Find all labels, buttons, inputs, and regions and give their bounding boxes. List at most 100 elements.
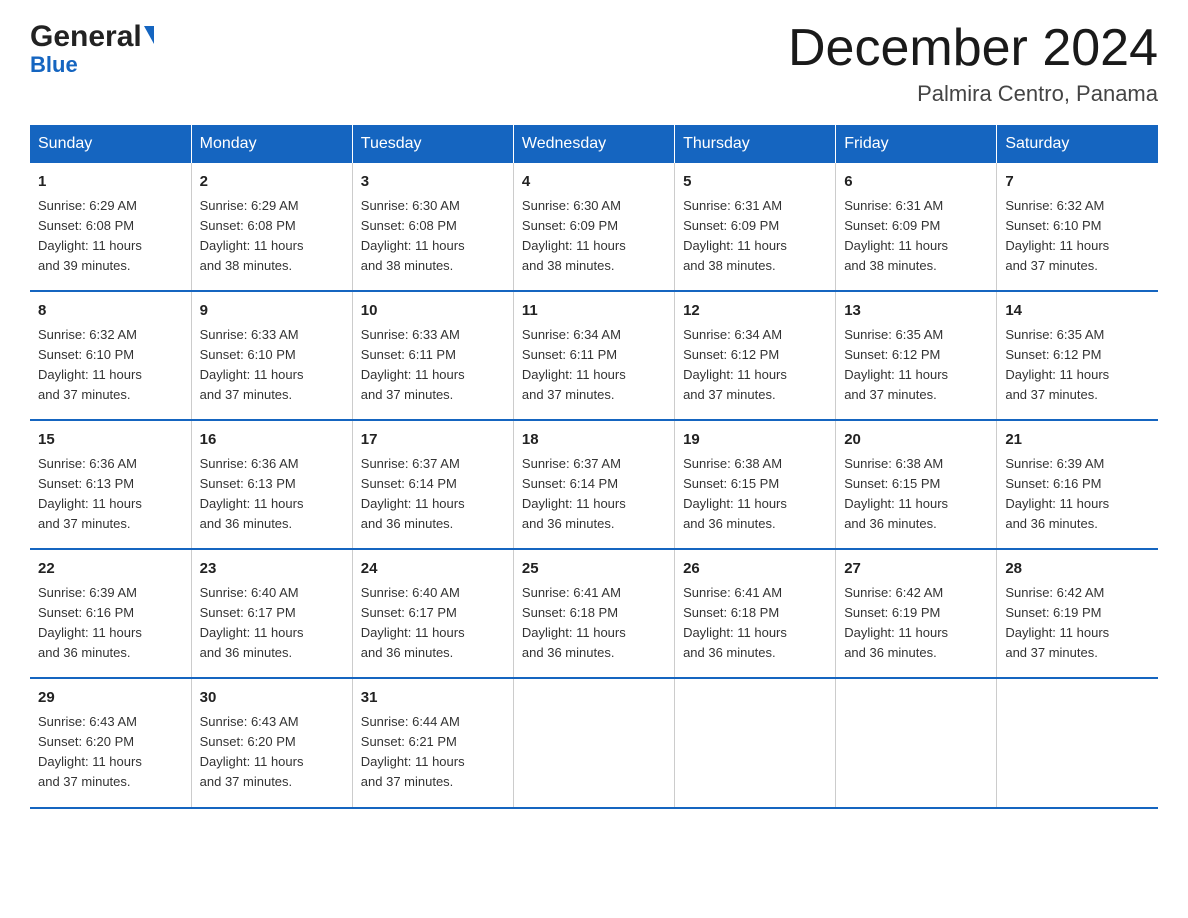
day-number: 3 [361,171,505,194]
calendar-cell: 4Sunrise: 6:30 AMSunset: 6:09 PMDaylight… [513,163,674,291]
calendar-cell: 9Sunrise: 6:33 AMSunset: 6:10 PMDaylight… [191,291,352,420]
day-info: Sunrise: 6:32 AMSunset: 6:10 PMDaylight:… [1005,196,1150,277]
calendar-cell: 30Sunrise: 6:43 AMSunset: 6:20 PMDayligh… [191,678,352,807]
day-number: 1 [38,171,183,194]
day-info: Sunrise: 6:29 AMSunset: 6:08 PMDaylight:… [38,196,183,277]
day-number: 26 [683,558,827,581]
day-number: 12 [683,300,827,323]
day-number: 6 [844,171,988,194]
day-number: 27 [844,558,988,581]
calendar-week-3: 15Sunrise: 6:36 AMSunset: 6:13 PMDayligh… [30,420,1158,549]
calendar-header: SundayMondayTuesdayWednesdayThursdayFrid… [30,125,1158,163]
day-number: 8 [38,300,183,323]
day-info: Sunrise: 6:34 AMSunset: 6:12 PMDaylight:… [683,325,827,406]
day-info: Sunrise: 6:31 AMSunset: 6:09 PMDaylight:… [844,196,988,277]
calendar-cell [997,678,1158,807]
calendar-cell: 3Sunrise: 6:30 AMSunset: 6:08 PMDaylight… [352,163,513,291]
weekday-header-row: SundayMondayTuesdayWednesdayThursdayFrid… [30,125,1158,163]
calendar-cell [675,678,836,807]
day-number: 16 [200,429,344,452]
day-number: 7 [1005,171,1150,194]
calendar-cell: 8Sunrise: 6:32 AMSunset: 6:10 PMDaylight… [30,291,191,420]
calendar-cell: 17Sunrise: 6:37 AMSunset: 6:14 PMDayligh… [352,420,513,549]
day-number: 19 [683,429,827,452]
day-number: 22 [38,558,183,581]
calendar-cell: 25Sunrise: 6:41 AMSunset: 6:18 PMDayligh… [513,549,674,678]
calendar-cell [513,678,674,807]
day-number: 24 [361,558,505,581]
logo-blue: Blue [30,52,78,78]
day-info: Sunrise: 6:44 AMSunset: 6:21 PMDaylight:… [361,712,505,793]
day-info: Sunrise: 6:31 AMSunset: 6:09 PMDaylight:… [683,196,827,277]
day-info: Sunrise: 6:38 AMSunset: 6:15 PMDaylight:… [844,454,988,535]
day-info: Sunrise: 6:33 AMSunset: 6:11 PMDaylight:… [361,325,505,406]
calendar-cell: 20Sunrise: 6:38 AMSunset: 6:15 PMDayligh… [836,420,997,549]
calendar-cell: 6Sunrise: 6:31 AMSunset: 6:09 PMDaylight… [836,163,997,291]
calendar-cell: 19Sunrise: 6:38 AMSunset: 6:15 PMDayligh… [675,420,836,549]
day-number: 5 [683,171,827,194]
calendar-cell: 18Sunrise: 6:37 AMSunset: 6:14 PMDayligh… [513,420,674,549]
day-info: Sunrise: 6:35 AMSunset: 6:12 PMDaylight:… [1005,325,1150,406]
day-number: 18 [522,429,666,452]
day-info: Sunrise: 6:33 AMSunset: 6:10 PMDaylight:… [200,325,344,406]
day-info: Sunrise: 6:36 AMSunset: 6:13 PMDaylight:… [200,454,344,535]
calendar-cell: 11Sunrise: 6:34 AMSunset: 6:11 PMDayligh… [513,291,674,420]
weekday-sunday: Sunday [30,125,191,163]
calendar-cell: 12Sunrise: 6:34 AMSunset: 6:12 PMDayligh… [675,291,836,420]
weekday-friday: Friday [836,125,997,163]
calendar-cell: 14Sunrise: 6:35 AMSunset: 6:12 PMDayligh… [997,291,1158,420]
logo-general: General [30,20,154,54]
day-info: Sunrise: 6:32 AMSunset: 6:10 PMDaylight:… [38,325,183,406]
day-info: Sunrise: 6:41 AMSunset: 6:18 PMDaylight:… [683,583,827,664]
day-number: 21 [1005,429,1150,452]
day-info: Sunrise: 6:29 AMSunset: 6:08 PMDaylight:… [200,196,344,277]
day-number: 13 [844,300,988,323]
weekday-wednesday: Wednesday [513,125,674,163]
calendar-cell: 16Sunrise: 6:36 AMSunset: 6:13 PMDayligh… [191,420,352,549]
day-number: 15 [38,429,183,452]
logo: General Blue [30,20,154,78]
calendar-cell: 26Sunrise: 6:41 AMSunset: 6:18 PMDayligh… [675,549,836,678]
calendar-cell: 28Sunrise: 6:42 AMSunset: 6:19 PMDayligh… [997,549,1158,678]
weekday-saturday: Saturday [997,125,1158,163]
calendar-body: 1Sunrise: 6:29 AMSunset: 6:08 PMDaylight… [30,163,1158,807]
calendar-cell: 2Sunrise: 6:29 AMSunset: 6:08 PMDaylight… [191,163,352,291]
calendar-cell: 15Sunrise: 6:36 AMSunset: 6:13 PMDayligh… [30,420,191,549]
calendar-cell: 22Sunrise: 6:39 AMSunset: 6:16 PMDayligh… [30,549,191,678]
day-number: 2 [200,171,344,194]
day-info: Sunrise: 6:37 AMSunset: 6:14 PMDaylight:… [522,454,666,535]
calendar-cell: 10Sunrise: 6:33 AMSunset: 6:11 PMDayligh… [352,291,513,420]
calendar-week-5: 29Sunrise: 6:43 AMSunset: 6:20 PMDayligh… [30,678,1158,807]
day-info: Sunrise: 6:42 AMSunset: 6:19 PMDaylight:… [844,583,988,664]
day-info: Sunrise: 6:41 AMSunset: 6:18 PMDaylight:… [522,583,666,664]
weekday-tuesday: Tuesday [352,125,513,163]
calendar-cell: 27Sunrise: 6:42 AMSunset: 6:19 PMDayligh… [836,549,997,678]
day-info: Sunrise: 6:40 AMSunset: 6:17 PMDaylight:… [361,583,505,664]
page-header: General Blue December 2024 Palmira Centr… [30,20,1158,107]
weekday-monday: Monday [191,125,352,163]
day-info: Sunrise: 6:38 AMSunset: 6:15 PMDaylight:… [683,454,827,535]
day-number: 30 [200,687,344,710]
day-number: 9 [200,300,344,323]
calendar-week-1: 1Sunrise: 6:29 AMSunset: 6:08 PMDaylight… [30,163,1158,291]
day-info: Sunrise: 6:36 AMSunset: 6:13 PMDaylight:… [38,454,183,535]
day-info: Sunrise: 6:30 AMSunset: 6:09 PMDaylight:… [522,196,666,277]
day-info: Sunrise: 6:42 AMSunset: 6:19 PMDaylight:… [1005,583,1150,664]
day-number: 28 [1005,558,1150,581]
day-info: Sunrise: 6:35 AMSunset: 6:12 PMDaylight:… [844,325,988,406]
calendar-week-4: 22Sunrise: 6:39 AMSunset: 6:16 PMDayligh… [30,549,1158,678]
calendar-cell: 31Sunrise: 6:44 AMSunset: 6:21 PMDayligh… [352,678,513,807]
day-number: 4 [522,171,666,194]
calendar-week-2: 8Sunrise: 6:32 AMSunset: 6:10 PMDaylight… [30,291,1158,420]
calendar-cell: 21Sunrise: 6:39 AMSunset: 6:16 PMDayligh… [997,420,1158,549]
day-number: 31 [361,687,505,710]
day-info: Sunrise: 6:39 AMSunset: 6:16 PMDaylight:… [1005,454,1150,535]
location: Palmira Centro, Panama [788,81,1158,107]
calendar-cell: 23Sunrise: 6:40 AMSunset: 6:17 PMDayligh… [191,549,352,678]
calendar-cell: 29Sunrise: 6:43 AMSunset: 6:20 PMDayligh… [30,678,191,807]
day-number: 11 [522,300,666,323]
day-info: Sunrise: 6:39 AMSunset: 6:16 PMDaylight:… [38,583,183,664]
day-info: Sunrise: 6:34 AMSunset: 6:11 PMDaylight:… [522,325,666,406]
day-info: Sunrise: 6:30 AMSunset: 6:08 PMDaylight:… [361,196,505,277]
day-info: Sunrise: 6:43 AMSunset: 6:20 PMDaylight:… [200,712,344,793]
